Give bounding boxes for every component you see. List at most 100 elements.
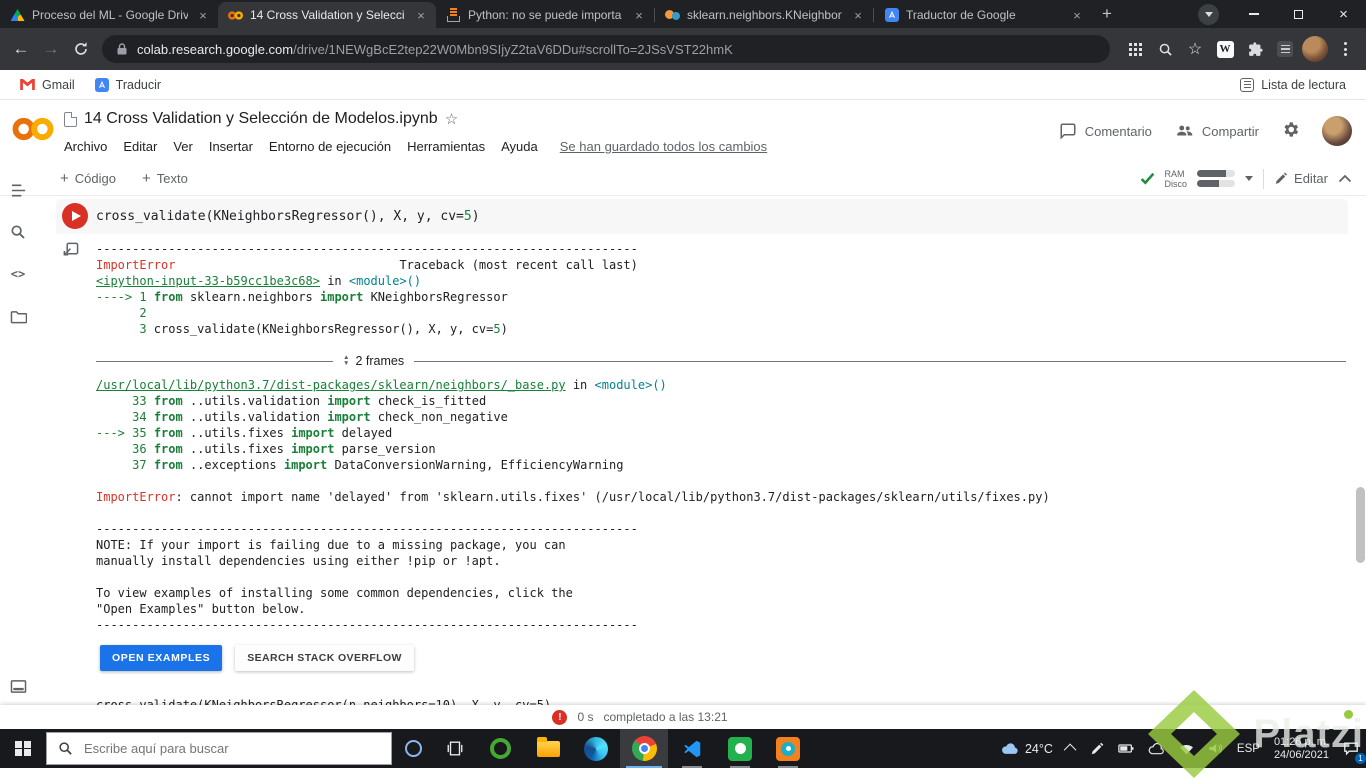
taskbar-app-explorer[interactable] (524, 729, 572, 768)
taskbar-search-input[interactable] (82, 740, 380, 757)
forward-button[interactable]: → (36, 34, 66, 64)
weather-widget[interactable]: 24°C (994, 729, 1060, 768)
bookmark-translate[interactable]: Traducir (87, 75, 169, 95)
url-path: /drive/1NEWgBcE2tep22W0Mbn9SIjyZ2taV6DDu… (293, 41, 733, 57)
traceback-text (147, 394, 154, 408)
traceback-text: 3 (96, 322, 147, 336)
tab-title: sklearn.neighbors.KNeighbor (687, 8, 842, 22)
traceback-link[interactable]: /usr/local/lib/python3.7/dist-packages/s… (96, 378, 566, 392)
back-button[interactable]: ← (6, 34, 36, 64)
settings-button[interactable] (1281, 120, 1300, 142)
comment-button[interactable]: Comentario (1059, 122, 1152, 140)
windows-ink-button[interactable] (1083, 729, 1111, 768)
menu-editar[interactable]: Editar (123, 139, 157, 154)
cortana-icon (404, 740, 422, 757)
browser-tab-stackoverflow[interactable]: Python: no se puede importa × (436, 2, 654, 28)
reading-list-button[interactable]: Lista de lectura (1232, 75, 1354, 95)
code-snippets-button[interactable]: <> (8, 264, 28, 284)
browser-tab-translate[interactable]: Traductor de Google × (874, 2, 1092, 28)
browser-profile-button[interactable] (1300, 34, 1330, 64)
frames-toggle[interactable]: ▲ ▼ 2 frames (333, 354, 414, 368)
language-indicator[interactable]: ESP (1230, 729, 1267, 768)
new-tab-button[interactable]: + (1094, 1, 1120, 27)
menu-entorno[interactable]: Entorno de ejecución (269, 139, 391, 154)
tab-close-icon[interactable]: × (1069, 7, 1085, 23)
colab-header-actions: Comentario Compartir (1059, 114, 1352, 148)
taskbar-app-orange[interactable] (764, 729, 812, 768)
cortana-button[interactable] (392, 729, 434, 768)
edit-mode-button[interactable]: Editar (1274, 171, 1328, 186)
browser-menu-button[interactable] (1330, 34, 1360, 64)
window-minimize-button[interactable] (1231, 0, 1276, 28)
colab-logo[interactable] (12, 114, 54, 149)
save-status-link[interactable]: Se han guardado todos los cambios (560, 139, 767, 154)
wikipedia-extension-button[interactable]: W (1210, 34, 1240, 64)
address-bar[interactable]: colab.research.google.com/drive/1NEWgBcE… (102, 35, 1110, 63)
collapse-chevron-icon[interactable] (1338, 174, 1352, 183)
action-center-button[interactable]: 1 (1336, 729, 1366, 768)
traceback-link[interactable]: <ipython-input-33-b59cc1be3c68> (96, 274, 320, 288)
open-examples-button[interactable]: OPEN EXAMPLES (100, 645, 223, 671)
tab-close-icon[interactable]: × (850, 7, 866, 23)
reload-button[interactable] (66, 34, 96, 64)
tab-close-icon[interactable]: × (195, 7, 211, 23)
browser-tab-sklearn[interactable]: sklearn.neighbors.KNeighbor × (655, 2, 873, 28)
table-of-contents-button[interactable] (8, 180, 28, 200)
tray-overflow-button[interactable] (1060, 729, 1083, 768)
run-cell-button[interactable] (62, 203, 88, 229)
tab-close-icon[interactable]: × (631, 7, 647, 23)
taskbar-app-anaconda[interactable] (476, 729, 524, 768)
start-button[interactable] (0, 729, 46, 768)
apps-grid-button[interactable] (1120, 34, 1150, 64)
find-replace-button[interactable] (8, 222, 28, 242)
volume-button[interactable] (1201, 729, 1230, 768)
tab-search-button[interactable] (1198, 4, 1219, 25)
browser-tab-drive[interactable]: Proceso del ML - Google Driv × (0, 2, 218, 28)
traceback-text: import (320, 290, 364, 304)
traceback-text: ImportError (96, 490, 176, 504)
favorite-star-icon[interactable]: ☆ (445, 110, 458, 128)
menu-ver[interactable]: Ver (173, 139, 193, 154)
menu-herramientas[interactable]: Herramientas (407, 139, 485, 154)
temperature-text: 24°C (1024, 741, 1053, 756)
bookmark-star-button[interactable]: ☆ (1180, 34, 1210, 64)
scrollbar-thumb[interactable] (1356, 487, 1365, 563)
traceback-text (147, 442, 154, 456)
output-indicator-icon[interactable] (62, 242, 79, 264)
network-button[interactable] (1172, 729, 1201, 768)
user-avatar[interactable] (1322, 116, 1352, 146)
resource-bars[interactable] (1197, 170, 1236, 187)
add-text-button[interactable]: + Texto (142, 170, 188, 187)
taskbar-app-green[interactable] (716, 729, 764, 768)
share-button[interactable]: Compartir (1174, 122, 1259, 140)
resources-dropdown-icon[interactable] (1245, 176, 1254, 181)
translate-extension-button[interactable] (1270, 34, 1300, 64)
menu-ayuda[interactable]: Ayuda (501, 139, 538, 154)
bookmark-gmail[interactable]: Gmail (12, 75, 83, 95)
window-maximize-button[interactable] (1276, 0, 1321, 28)
window-close-button[interactable]: × (1321, 0, 1366, 28)
files-button[interactable] (8, 306, 28, 326)
extensions-button[interactable] (1240, 34, 1270, 64)
search-stack-overflow-button[interactable]: SEARCH STACK OVERFLOW (235, 645, 414, 671)
battery-button[interactable] (1111, 729, 1141, 768)
terminal-button[interactable] (8, 676, 28, 696)
notebook-title[interactable]: 14 Cross Validation y Selección de Model… (84, 110, 438, 128)
task-view-button[interactable] (434, 729, 476, 768)
traceback-line: "Open Examples" button below. (96, 601, 1050, 617)
code-line[interactable]: cross_validate(KNeighborsRegressor(), X,… (96, 199, 480, 234)
clock-widget[interactable]: 01:26 p. m. 24/06/2021 (1267, 729, 1336, 768)
browser-tab-colab-active[interactable]: 14 Cross Validation y Selecci × (218, 2, 436, 28)
taskbar-app-edge[interactable] (572, 729, 620, 768)
add-code-button[interactable]: + Código (60, 170, 116, 187)
traceback-line: manually install dependencies using eith… (96, 553, 1050, 569)
traceback-text: 36 (96, 442, 147, 456)
onedrive-button[interactable] (1141, 729, 1172, 768)
menu-insertar[interactable]: Insertar (209, 139, 253, 154)
taskbar-app-vscode[interactable] (668, 729, 716, 768)
tab-close-icon[interactable]: × (413, 7, 429, 23)
taskbar-app-chrome[interactable] (620, 729, 668, 768)
zoom-button[interactable] (1150, 34, 1180, 64)
taskbar-search[interactable] (46, 732, 392, 765)
menu-archivo[interactable]: Archivo (64, 139, 107, 154)
